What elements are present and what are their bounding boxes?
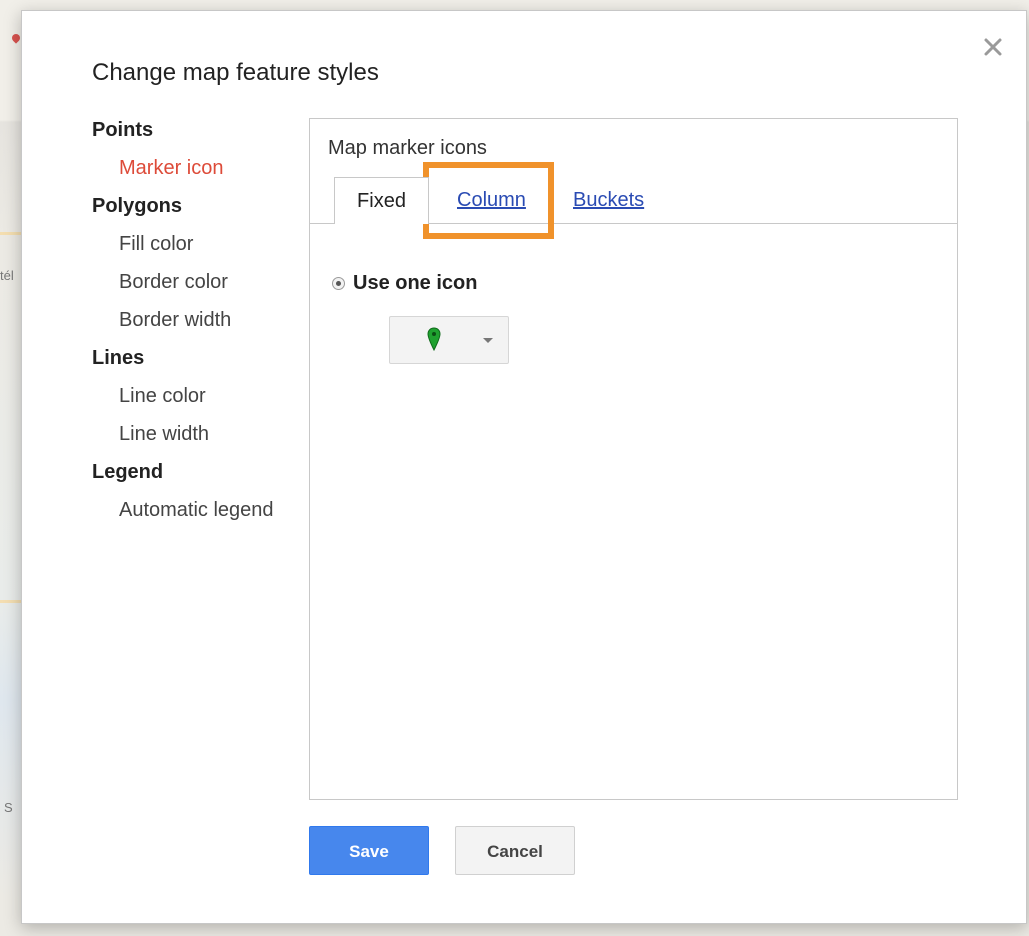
tab-buckets[interactable]: Buckets bbox=[573, 177, 644, 223]
close-icon bbox=[984, 38, 1002, 56]
cancel-button[interactable]: Cancel bbox=[455, 826, 575, 875]
change-map-feature-styles-dialog: Change map feature styles Points Marker … bbox=[21, 10, 1027, 924]
close-button[interactable] bbox=[981, 35, 1005, 59]
use-one-icon-radio[interactable] bbox=[332, 277, 345, 290]
green-map-pin-icon bbox=[427, 327, 441, 351]
sidebar-item-border-width[interactable]: Border width bbox=[92, 307, 302, 345]
caret-down-icon bbox=[483, 338, 493, 343]
sidebar-group-legend: Legend bbox=[92, 461, 164, 483]
map-label-fragment: tél bbox=[0, 268, 14, 283]
marker-icon-dropdown[interactable] bbox=[389, 316, 509, 364]
map-road bbox=[0, 232, 21, 235]
save-button[interactable]: Save bbox=[309, 826, 429, 875]
sidebar-group-polygons: Polygons bbox=[92, 195, 183, 217]
tab-column[interactable]: Column bbox=[457, 177, 526, 223]
sidebar-item-border-color[interactable]: Border color bbox=[92, 269, 302, 307]
use-one-icon-option[interactable]: Use one icon bbox=[332, 272, 477, 295]
tab-fixed[interactable]: Fixed bbox=[334, 177, 429, 224]
sidebar-item-line-width[interactable]: Line width bbox=[92, 421, 302, 459]
sidebar-item-marker-icon[interactable]: Marker icon bbox=[92, 155, 302, 193]
use-one-icon-label: Use one icon bbox=[353, 272, 478, 294]
dialog-title: Change map feature styles bbox=[92, 59, 379, 86]
panel-title: Map marker icons bbox=[328, 137, 487, 159]
sidebar-item-automatic-legend[interactable]: Automatic legend bbox=[92, 497, 302, 535]
marker-icon-panel: Map marker icons Fixed Column Buckets Us… bbox=[309, 118, 958, 800]
sidebar-group-points: Points bbox=[92, 119, 154, 141]
sidebar-item-fill-color[interactable]: Fill color bbox=[92, 231, 302, 269]
sidebar-item-line-color[interactable]: Line color bbox=[92, 383, 302, 421]
sidebar-group-lines: Lines bbox=[92, 347, 145, 369]
map-road bbox=[0, 600, 21, 603]
style-category-sidebar: Points Marker icon Polygons Fill color B… bbox=[92, 117, 302, 535]
map-label-fragment: S bbox=[4, 800, 13, 815]
